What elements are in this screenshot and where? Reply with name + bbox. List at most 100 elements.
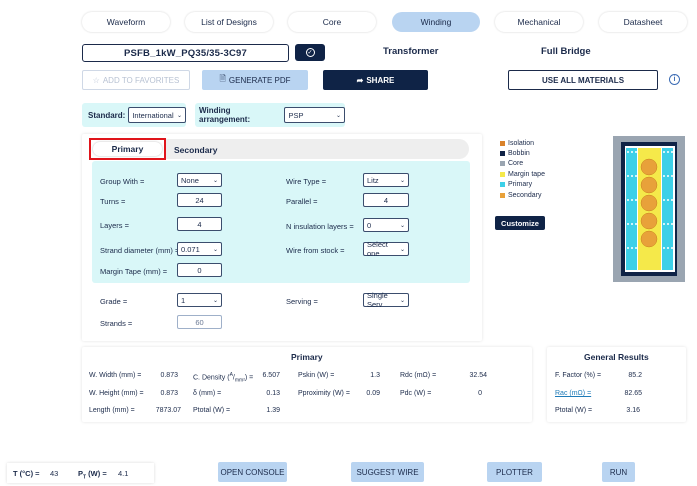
tab-datasheet[interactable]: Datasheet — [599, 12, 687, 32]
wire-type-value: Litz — [367, 175, 379, 185]
winding-fields-box — [92, 161, 470, 283]
group-with-select[interactable]: None ⌄ — [177, 173, 222, 187]
magnetic-type-label: Transformer — [383, 46, 439, 57]
margin-tape-input[interactable]: 0 — [177, 263, 222, 277]
temperature-label: T (°C) = — [13, 469, 40, 478]
grade-value: 1 — [181, 295, 186, 305]
result-label: Pdc (W) = — [400, 390, 432, 397]
generate-pdf-label: GENERATE PDF — [228, 75, 291, 85]
confirm-name-button[interactable]: ✓ — [295, 44, 325, 61]
strand-diameter-value: 0.071 — [181, 244, 200, 254]
standard-panel: Standard: International ⌄ — [82, 103, 186, 127]
turns-input[interactable]: 24 — [177, 193, 222, 207]
n-insulation-layers-label: N insulation layers = — [286, 222, 354, 231]
legend-label: Secondary — [508, 192, 542, 199]
result-label: Ptotal (W) = — [555, 407, 593, 414]
winding-arrangement-value: PSP — [288, 110, 304, 120]
topology-label: Full Bridge — [541, 46, 591, 57]
info-icon[interactable]: i — [669, 74, 680, 85]
group-with-label: Group With = — [100, 177, 145, 186]
result-value: 32.54 — [469, 372, 487, 379]
result-label: Pproximity (W) = — [298, 390, 350, 397]
chevron-down-icon: ⌄ — [399, 222, 405, 229]
swatch-icon — [500, 161, 505, 166]
design-name-field[interactable]: PSFB_1kW_PQ35/35-3C97 — [82, 44, 289, 62]
n-insulation-layers-value: 0 — [367, 220, 372, 230]
swatch-icon — [500, 193, 505, 198]
tab-winding[interactable]: Winding — [392, 12, 480, 32]
tab-waveform[interactable]: Waveform — [82, 12, 170, 32]
wire-type-select[interactable]: Litz ⌄ — [363, 173, 409, 187]
legend-item-primary: Primary — [500, 181, 532, 188]
plotter-button[interactable]: PLOTTER — [487, 462, 542, 482]
legend-item-core: Core — [500, 160, 523, 167]
add-to-favorites-label: ADD TO FAVORITES — [102, 75, 180, 85]
result-value: 82.65 — [624, 390, 642, 397]
tab-core[interactable]: Core — [288, 12, 376, 32]
add-to-favorites-button[interactable]: ☆ ADD TO FAVORITES — [82, 70, 190, 90]
winding-arrangement-panel: Winding arrangement: PSP ⌄ — [195, 103, 345, 127]
customize-button[interactable]: Customize — [495, 216, 545, 230]
result-label: Rdc (mΩ) = — [400, 372, 437, 379]
subtab-secondary[interactable]: Secondary — [174, 145, 217, 155]
serving-value: Single Serv — [367, 291, 388, 309]
wire-type-label: Wire Type = — [286, 177, 327, 186]
total-power-label: PT (W) = — [78, 469, 107, 481]
share-button[interactable]: ➦ SHARE — [323, 70, 428, 90]
standard-label: Standard: — [88, 110, 126, 120]
winding-arrangement-select[interactable]: PSP ⌄ — [284, 107, 345, 123]
parallel-input[interactable]: 4 — [363, 193, 409, 207]
result-label: Pskin (W) = — [298, 372, 335, 379]
group-with-value: None — [181, 175, 199, 185]
result-label: δ (mm) = — [193, 390, 222, 397]
tab-list-of-designs[interactable]: List of Designs — [185, 12, 273, 32]
serving-select[interactable]: Single Serv ⌄ — [363, 291, 409, 309]
legend-item-secondary: Secondary — [500, 192, 541, 199]
legend-item-isolation: Isolation — [500, 140, 534, 147]
total-power-value: 4.1 — [118, 469, 129, 478]
chevron-down-icon: ⌄ — [212, 297, 218, 304]
temperature-value: 43 — [50, 469, 59, 478]
strands-label: Strands = — [100, 319, 133, 328]
wire-from-stock-label: Wire from stock = — [286, 246, 345, 255]
suggest-wire-button[interactable]: SUGGEST WIRE — [351, 462, 424, 482]
legend-label: Primary — [508, 181, 533, 188]
result-value: 0.873 — [160, 390, 178, 397]
result-value: 6.507 — [262, 372, 280, 379]
subtab-primary[interactable]: Primary — [89, 138, 166, 160]
chevron-down-icon: ⌄ — [399, 177, 405, 184]
legend-item-margin-tape: Margin tape — [500, 171, 545, 178]
wire-from-stock-select[interactable]: Select one ⌄ — [363, 240, 409, 258]
n-insulation-layers-select[interactable]: 0 ⌄ — [363, 218, 409, 232]
result-value: 0.09 — [366, 390, 380, 397]
use-all-materials-button[interactable]: USE ALL MATERIALS — [508, 70, 658, 90]
winding-arrangement-label: Winding arrangement: — [199, 106, 251, 124]
pdf-file-icon: 🗎 — [219, 74, 226, 83]
standard-select[interactable]: International ⌄ — [128, 107, 186, 123]
share-label: SHARE — [366, 75, 395, 85]
generate-pdf-button[interactable]: 🗎 GENERATE PDF — [202, 70, 308, 90]
general-results-title: General Results — [584, 352, 649, 362]
layers-label: Layers = — [100, 221, 129, 230]
run-button[interactable]: RUN — [602, 462, 635, 482]
open-console-button[interactable]: OPEN CONSOLE — [218, 462, 287, 482]
layers-input[interactable]: 4 — [177, 217, 222, 231]
share-icon: ➦ — [356, 75, 364, 85]
strand-diameter-select[interactable]: 0.071 ⌄ — [177, 242, 222, 256]
tab-mechanical[interactable]: Mechanical — [495, 12, 583, 32]
grade-select[interactable]: 1 ⌄ — [177, 293, 222, 307]
check-icon: ✓ — [305, 48, 315, 57]
result-label: W. Width (mm) = — [89, 372, 142, 379]
strand-diameter-label: Strand diameter (mm) = — [100, 246, 180, 255]
margin-tape-label: Margin Tape (mm) = — [100, 267, 168, 276]
result-value: 1.39 — [266, 407, 280, 414]
subtab-primary-label: Primary — [111, 144, 144, 154]
result-value: 0 — [478, 390, 482, 397]
serving-label: Serving = — [286, 297, 318, 306]
rac-link[interactable]: Rac (mΩ) = — [555, 390, 591, 397]
strands-input[interactable]: 60 — [177, 315, 222, 329]
legend-label: Isolation — [508, 140, 535, 147]
winding-cross-section-image — [613, 136, 685, 282]
grade-label: Grade = — [100, 297, 128, 306]
parallel-label: Parallel = — [286, 197, 318, 206]
